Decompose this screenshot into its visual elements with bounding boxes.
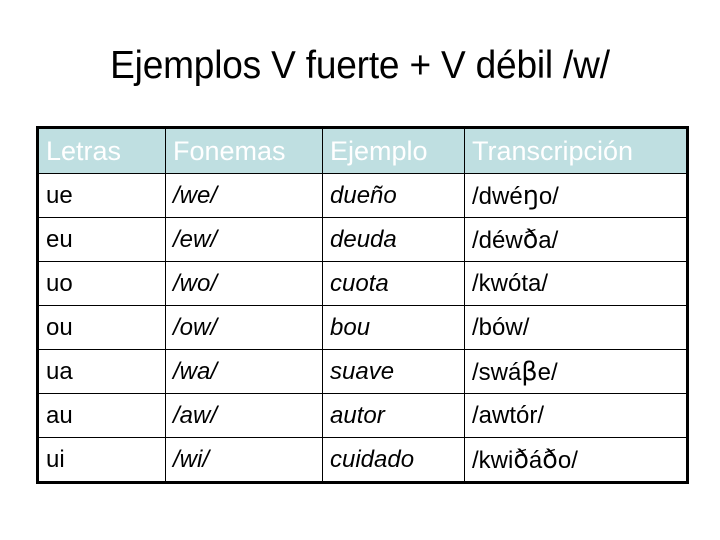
table-container: Letras Fonemas Ejemplo Transcripción ue … [36,126,689,484]
cell-example: deuda [322,217,465,262]
cell-letters: au [37,393,166,438]
cell-transcription: /bów/ [464,305,688,350]
table-row: eu /ew/ deuda /déwða/ [37,217,688,262]
cell-transcription: /swáβe/ [464,349,688,394]
table-row: ua /wa/ suave /swáβe/ [37,349,688,394]
cell-example: suave [322,349,465,394]
cell-letters: ua [37,349,166,394]
cell-letters: ue [37,173,166,218]
cell-phonemes: /wa/ [165,349,323,394]
page-title: Ejemplos V fuerte + V débil /w/ [110,44,610,87]
cell-phonemes: /aw/ [165,393,323,438]
column-header-transcripcion: Transcripción [464,127,688,174]
cell-transcription: /kwóta/ [464,261,688,306]
cell-letters: ui [37,437,166,483]
table-row: uo /wo/ cuota /kwóta/ [37,261,688,306]
cell-phonemes: /we/ [165,173,323,218]
column-header-ejemplo: Ejemplo [322,127,465,174]
cell-transcription: /déwða/ [464,217,688,262]
cell-letters: uo [37,261,166,306]
cell-example: dueño [322,173,465,218]
column-header-fonemas: Fonemas [165,127,323,174]
vowel-examples-table: Letras Fonemas Ejemplo Transcripción ue … [36,126,689,484]
cell-transcription: /dwéŋo/ [464,173,688,218]
table-header-row: Letras Fonemas Ejemplo Transcripción [37,127,688,174]
table-row: au /aw/ autor /awtór/ [37,393,688,438]
slide: Ejemplos V fuerte + V débil /w/ Letras F… [0,0,720,540]
cell-phonemes: /wo/ [165,261,323,306]
cell-transcription: /kwiðáðo/ [464,437,688,483]
cell-example: cuota [322,261,465,306]
cell-phonemes: /ow/ [165,305,323,350]
table-header: Letras Fonemas Ejemplo Transcripción [37,127,688,174]
table-row: ui /wi/ cuidado /kwiðáðo/ [37,437,688,483]
cell-letters: eu [37,217,166,262]
table-body: ue /we/ dueño /dwéŋo/ eu /ew/ deuda /déw… [37,173,688,483]
column-header-letras: Letras [37,127,166,174]
cell-transcription: /awtór/ [464,393,688,438]
cell-example: autor [322,393,465,438]
table-row: ue /we/ dueño /dwéŋo/ [37,173,688,218]
cell-phonemes: /wi/ [165,437,323,483]
cell-example: bou [322,305,465,350]
cell-example: cuidado [322,437,465,483]
cell-letters: ou [37,305,166,350]
table-row: ou /ow/ bou /bów/ [37,305,688,350]
cell-phonemes: /ew/ [165,217,323,262]
